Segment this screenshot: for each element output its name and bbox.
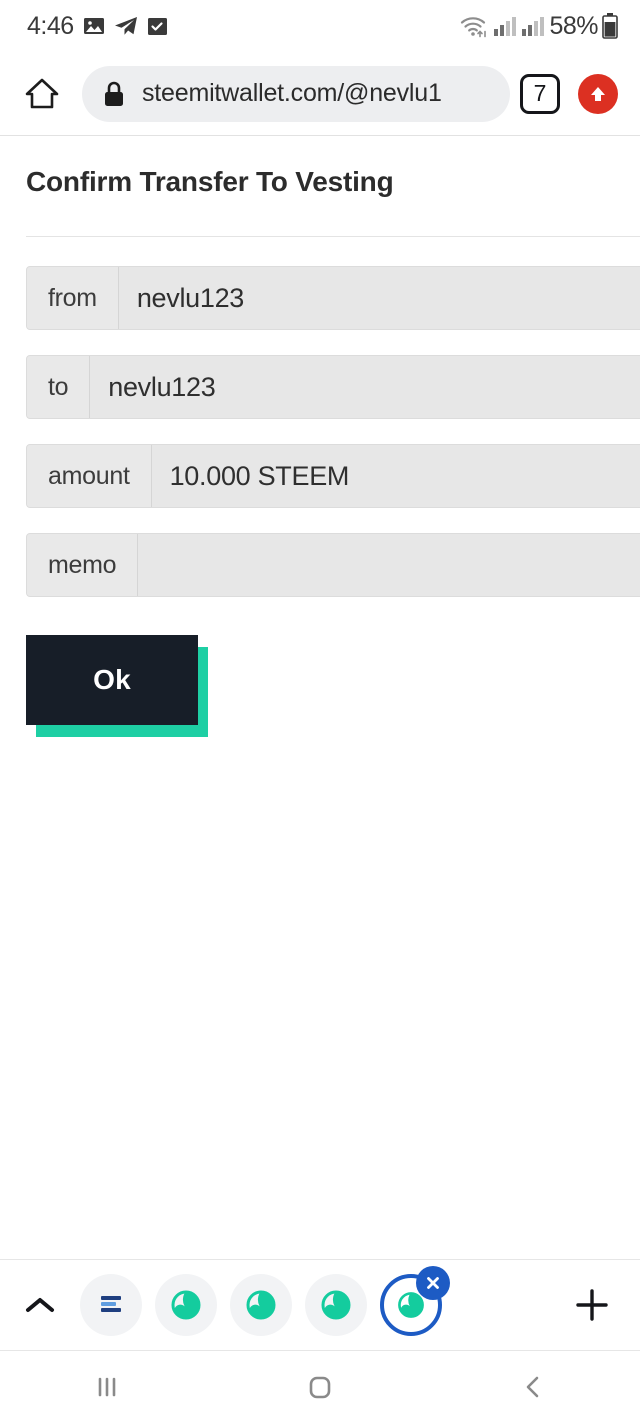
telegram-icon — [114, 15, 138, 37]
chevron-up-icon — [23, 1293, 57, 1317]
field-value-to[interactable]: nevlu123 — [90, 356, 640, 418]
status-clock: 4:46 — [27, 11, 74, 40]
page-content: Confirm Transfer To Vesting from nevlu12… — [0, 136, 640, 1258]
browser-toolbar: steemitwallet.com/@nevlu1 7 — [0, 52, 640, 136]
ok-button-wrap: Ok — [26, 635, 208, 737]
tab-steem-3[interactable] — [305, 1274, 367, 1336]
status-bar: 4:46 58% — [0, 0, 640, 52]
field-label-to: to — [27, 356, 91, 418]
tab-strip — [80, 1266, 544, 1336]
signal-icon-1 — [493, 15, 517, 37]
signal-icon-2 — [521, 15, 545, 37]
expand-toolbar-button[interactable] — [0, 1293, 80, 1317]
recents-icon — [90, 1370, 124, 1404]
field-row-to: to nevlu123 — [26, 355, 640, 419]
field-value-memo[interactable] — [138, 534, 640, 596]
field-label-from: from — [27, 267, 119, 329]
steem-logo-icon — [168, 1287, 204, 1323]
steem-logo-icon — [243, 1287, 279, 1323]
photos-icon — [83, 15, 105, 37]
field-row-amount: amount 10.000 STEEM — [26, 444, 640, 508]
field-row-from: from nevlu123 — [26, 266, 640, 330]
close-icon — [424, 1274, 442, 1292]
tab-reading-list[interactable] — [80, 1274, 142, 1336]
phone-screen: 4:46 58% steemitwallet.com/@nevlu1 7 Con… — [0, 0, 640, 1422]
field-label-amount: amount — [27, 445, 152, 507]
nav-recents-button[interactable] — [0, 1370, 213, 1404]
url-bar[interactable]: steemitwallet.com/@nevlu1 — [82, 65, 510, 122]
url-text[interactable]: steemitwallet.com/@nevlu1 — [142, 79, 442, 108]
nav-home-button[interactable] — [213, 1370, 426, 1404]
plus-icon — [572, 1285, 612, 1325]
upload-arrow-icon — [586, 82, 610, 106]
tab-steem-1[interactable] — [155, 1274, 217, 1336]
battery-icon — [602, 13, 618, 39]
new-tab-button[interactable] — [544, 1285, 640, 1325]
tab-steem-4-active[interactable] — [380, 1266, 450, 1336]
home-button[interactable] — [14, 74, 70, 114]
page-title: Confirm Transfer To Vesting — [26, 166, 394, 197]
field-label-memo: memo — [27, 534, 139, 596]
status-bar-left: 4:46 — [0, 12, 168, 41]
tab-count-button[interactable]: 7 — [520, 73, 560, 114]
ok-button[interactable]: Ok — [26, 635, 198, 725]
field-value-from[interactable]: nevlu123 — [118, 267, 640, 329]
update-button[interactable] — [578, 73, 618, 114]
checkbox-icon — [147, 16, 168, 37]
status-bar-right: 58% — [459, 12, 640, 41]
steem-logo-icon — [318, 1287, 354, 1323]
transfer-fields: from nevlu123 to nevlu123 amount 10.000 … — [0, 237, 640, 597]
lock-icon — [102, 80, 126, 108]
field-row-memo: memo — [26, 533, 640, 597]
browser-bottom-bar — [0, 1259, 640, 1351]
android-nav-bar — [0, 1352, 640, 1422]
home-icon — [22, 74, 62, 114]
reading-list-icon — [94, 1288, 128, 1322]
field-value-amount[interactable]: 10.000 STEEM — [151, 445, 640, 507]
nav-back-button[interactable] — [427, 1370, 640, 1404]
wifi-icon — [459, 14, 489, 38]
battery-percent: 58% — [549, 11, 598, 40]
back-icon — [516, 1370, 550, 1404]
tab-steem-2[interactable] — [230, 1274, 292, 1336]
tab-close-button[interactable] — [416, 1266, 450, 1300]
home-icon — [303, 1370, 337, 1404]
